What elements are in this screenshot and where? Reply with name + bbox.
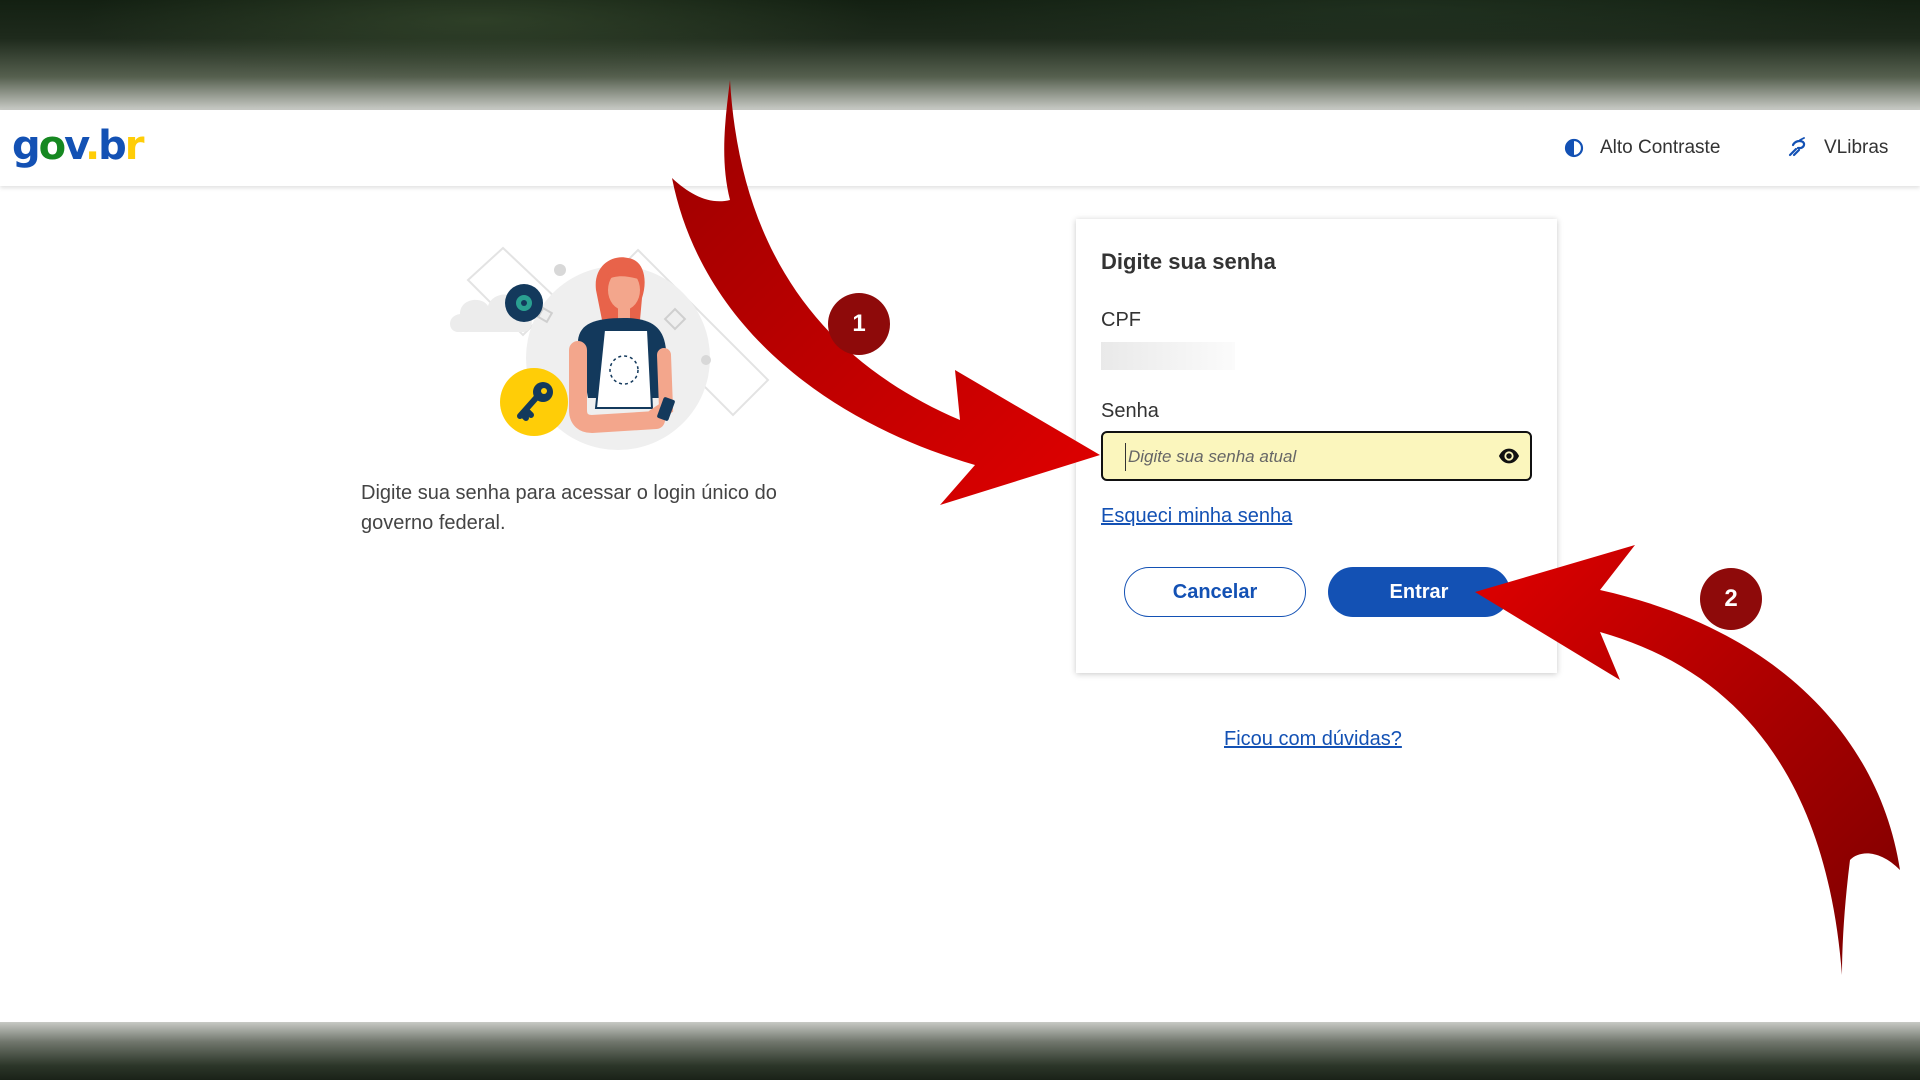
help-link[interactable]: Ficou com dúvidas? — [1224, 728, 1402, 751]
govbr-logo[interactable]: gov.br — [12, 122, 144, 170]
vlibras-hand-icon — [1786, 137, 1808, 159]
cpf-label: CPF — [1101, 309, 1141, 331]
annotation-badge-2: 2 — [1700, 568, 1762, 630]
forgot-password-link[interactable]: Esqueci minha senha — [1101, 505, 1292, 528]
cpf-value-redacted — [1101, 342, 1235, 370]
password-card: Digite sua senha CPF Senha Esqueci minha… — [1076, 219, 1557, 673]
top-photo-band — [0, 0, 1920, 110]
high-contrast-label: Alto Contraste — [1600, 137, 1721, 158]
high-contrast-toggle[interactable]: Alto Contraste — [1564, 136, 1720, 160]
vlibras-toggle[interactable]: VLibras — [1786, 136, 1888, 160]
annotation-badge-1: 1 — [828, 293, 890, 355]
site-header: gov.br Alto Contraste VLibras — [0, 110, 1920, 186]
submit-button[interactable]: Entrar — [1328, 567, 1510, 617]
password-input[interactable] — [1125, 443, 1485, 471]
login-illustration — [428, 240, 778, 480]
intro-text: Digite sua senha para acessar o login ún… — [361, 482, 777, 534]
password-label: Senha — [1101, 400, 1159, 422]
bottom-photo-band — [0, 1022, 1920, 1080]
contrast-icon — [1564, 138, 1584, 158]
card-title: Digite sua senha — [1101, 249, 1276, 274]
cancel-button[interactable]: Cancelar — [1124, 567, 1306, 617]
vlibras-label: VLibras — [1824, 137, 1889, 158]
password-field[interactable] — [1101, 431, 1532, 481]
eye-icon[interactable] — [1498, 445, 1520, 472]
